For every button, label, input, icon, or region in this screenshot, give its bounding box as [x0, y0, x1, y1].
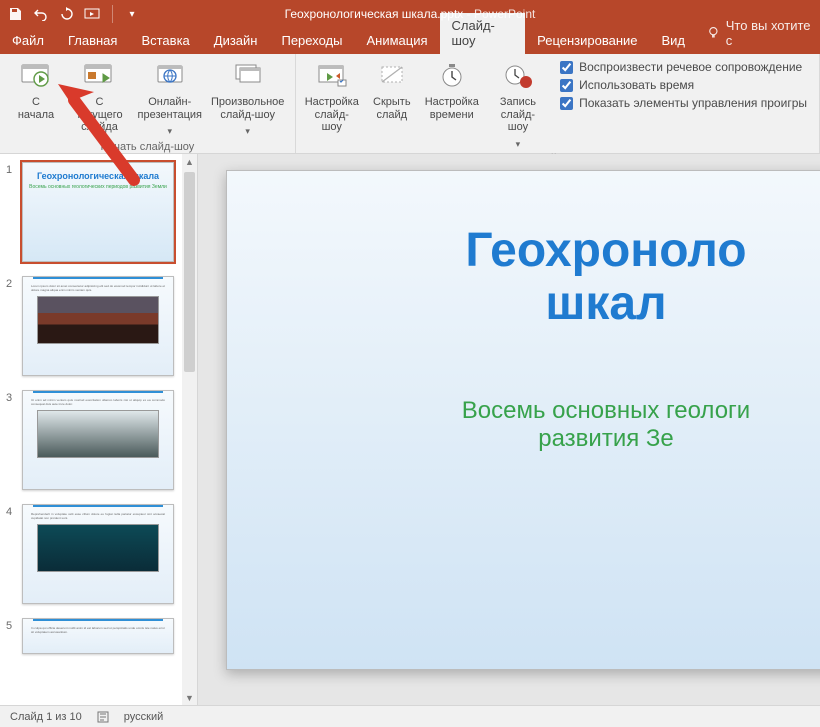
window-title: Геохронологическая шкала.pptx - PowerPoi… [285, 7, 536, 21]
group-setup: Настройка слайд-шоу Скрыть слайд Настрой… [296, 54, 820, 153]
thumb-number: 4 [6, 504, 16, 518]
thumb-number: 3 [6, 390, 16, 404]
slideshow-options: Воспроизвести речевое сопровождение Испо… [556, 58, 811, 151]
record-slideshow-icon [502, 60, 534, 92]
tab-review[interactable]: Рецензирование [525, 28, 649, 54]
group-start-slideshow: С начала С текущего слайда Онлайн- презе… [0, 54, 296, 153]
chk-narration[interactable]: Воспроизвести речевое сопровождение [560, 60, 807, 74]
tab-file[interactable]: Файл [0, 28, 56, 54]
hide-slide-button[interactable]: Скрыть слайд [364, 58, 420, 151]
from-beginning-icon [20, 60, 52, 92]
status-language[interactable]: русский [124, 711, 163, 723]
redo-icon[interactable] [58, 5, 76, 23]
slide-title: Геохроноло шкал [267, 225, 820, 331]
title-filename: Геохронологическая шкала.pptx [285, 7, 464, 21]
present-online-icon [154, 60, 186, 92]
tab-insert[interactable]: Вставка [129, 28, 201, 54]
scrollbar-thumb[interactable] [184, 172, 195, 372]
customize-qat-icon[interactable]: ▾ [123, 5, 141, 23]
from-beginning-button[interactable]: С начала [8, 58, 64, 139]
tab-view[interactable]: Вид [650, 28, 698, 54]
thumb-frame: Lorem ipsum dolor sit amet consectetur a… [22, 276, 174, 376]
undo-icon[interactable] [32, 5, 50, 23]
slide-thumbnails-pane: 1 Геохронологическая шкала Восемь основн… [0, 154, 198, 705]
thumbnail-3[interactable]: 3 Ut enim ad minim veniam quis nostrud e… [0, 382, 198, 496]
tab-design[interactable]: Дизайн [202, 28, 270, 54]
workspace: 1 Геохронологическая шкала Восемь основн… [0, 154, 820, 705]
thumbnail-1[interactable]: 1 Геохронологическая шкала Восемь основн… [0, 154, 198, 268]
thumb-frame: Ut enim ad minim veniam quis nostrud exe… [22, 390, 174, 490]
thumb-frame: In culpa qui officia deserunt mollit ani… [22, 618, 174, 654]
thumbnail-4[interactable]: 4 Reprehenderit in voluptate velit esse … [0, 496, 198, 610]
quick-access-toolbar: ▾ [0, 5, 147, 23]
setup-slideshow-icon [316, 60, 348, 92]
status-slide-number[interactable]: Слайд 1 из 10 [10, 711, 82, 723]
accessibility-icon[interactable] [96, 710, 110, 724]
chk-timings-box[interactable] [560, 79, 573, 92]
tell-me-label: Что вы хотите с [726, 18, 812, 48]
scroll-down-icon[interactable]: ▼ [182, 690, 197, 705]
ribbon-tabs: Файл Главная Вставка Дизайн Переходы Ани… [0, 28, 820, 54]
scroll-up-icon[interactable]: ▲ [182, 154, 197, 169]
chevron-down-icon: ▾ [516, 139, 521, 149]
setup-slideshow-button[interactable]: Настройка слайд-шоу [304, 58, 360, 151]
chk-narration-box[interactable] [560, 61, 573, 74]
tab-transitions[interactable]: Переходы [269, 28, 354, 54]
title-appname: PowerPoint [474, 7, 535, 21]
thumbnail-5[interactable]: 5 In culpa qui officia deserunt mollit a… [0, 610, 198, 660]
save-icon[interactable] [6, 5, 24, 23]
chk-controls-box[interactable] [560, 97, 573, 110]
current-slide: Геохроноло шкал Восемь основных геологи … [226, 170, 820, 670]
custom-slideshow-button[interactable]: Произвольное слайд-шоу ▾ [209, 58, 287, 139]
thumb-frame: Reprehenderit in voluptate velit esse ci… [22, 504, 174, 604]
slide-subtitle: Восемь основных геологи развития Зе [267, 397, 820, 453]
tell-me[interactable]: Что вы хотите с [697, 18, 820, 54]
chevron-down-icon: ▾ [167, 126, 172, 136]
from-current-icon [83, 60, 115, 92]
thumbnail-2[interactable]: 2 Lorem ipsum dolor sit amet consectetur… [0, 268, 198, 382]
thumb-number: 1 [6, 162, 16, 176]
thumb-number: 5 [6, 618, 16, 632]
rehearse-timings-button[interactable]: Настройка времени [424, 58, 480, 151]
record-slideshow-button[interactable]: Запись слайд- шоу ▾ [484, 58, 552, 151]
hide-slide-icon [376, 60, 408, 92]
thumbnails-scrollbar[interactable]: ▲ ▼ [182, 154, 197, 705]
present-online-button[interactable]: Онлайн- презентация ▾ [135, 58, 205, 139]
qat-separator [112, 5, 113, 23]
thumb-number: 2 [6, 276, 16, 290]
tab-home[interactable]: Главная [56, 28, 129, 54]
chevron-down-icon: ▾ [245, 126, 250, 136]
from-current-button[interactable]: С текущего слайда [68, 58, 131, 139]
thumb-frame: Геохронологическая шкала Восемь основных… [22, 162, 174, 262]
ribbon: С начала С текущего слайда Онлайн- презе… [0, 54, 820, 154]
rehearse-timings-icon [436, 60, 468, 92]
custom-slideshow-icon [232, 60, 264, 92]
chk-timings[interactable]: Использовать время [560, 78, 807, 92]
status-bar: Слайд 1 из 10 русский [0, 705, 820, 727]
start-from-beginning-icon[interactable] [84, 5, 102, 23]
tab-animation[interactable]: Анимация [354, 28, 439, 54]
chk-controls[interactable]: Показать элементы управления проигры [560, 96, 807, 110]
slide-canvas[interactable]: Геохроноло шкал Восемь основных геологи … [198, 154, 820, 705]
